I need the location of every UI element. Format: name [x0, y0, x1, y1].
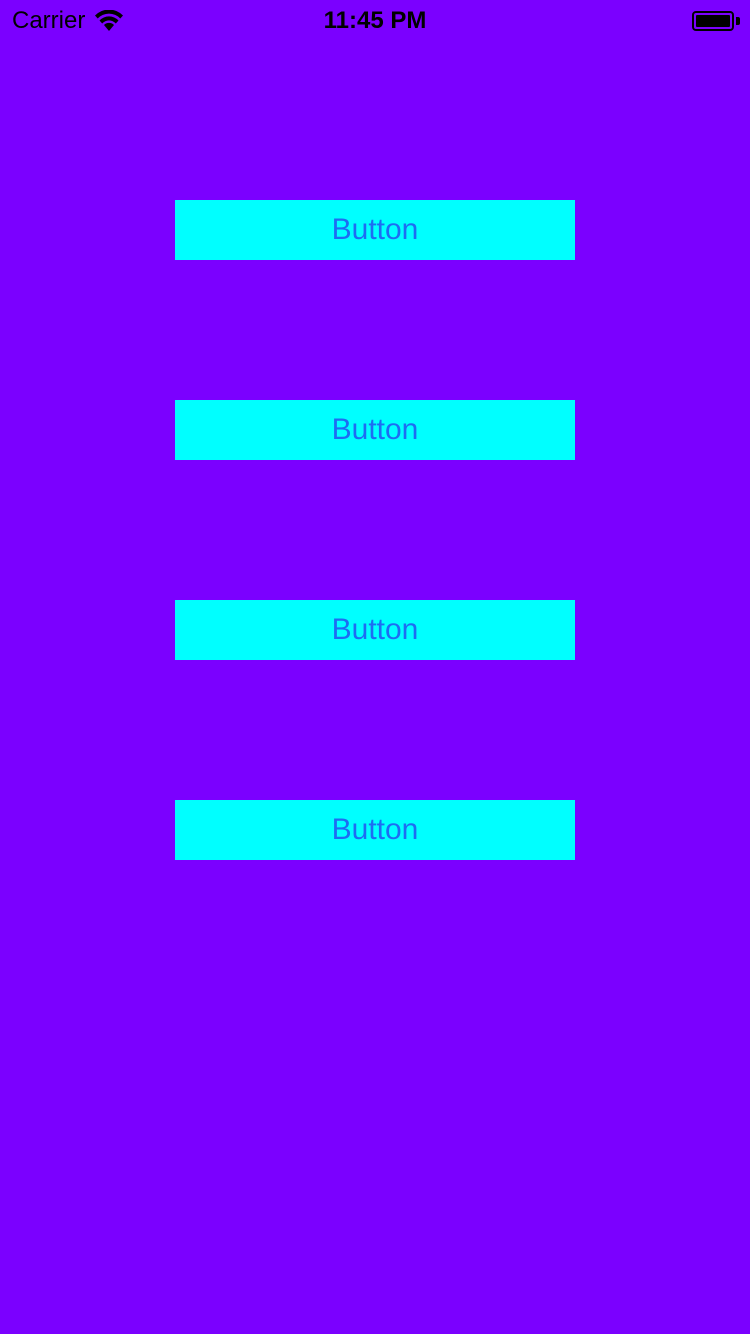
- battery-icon: [692, 11, 740, 31]
- status-bar: Carrier 11:45 PM: [0, 0, 750, 40]
- button-2[interactable]: Button: [175, 400, 575, 460]
- button-4[interactable]: Button: [175, 800, 575, 860]
- button-1[interactable]: Button: [175, 200, 575, 260]
- button-3[interactable]: Button: [175, 600, 575, 660]
- app-screen: { "status_bar": { "carrier": "Carrier", …: [0, 0, 750, 1334]
- status-time: 11:45 PM: [323, 7, 427, 34]
- battery-fill: [696, 15, 730, 27]
- battery-body: [692, 11, 734, 31]
- battery-tip: [736, 17, 740, 25]
